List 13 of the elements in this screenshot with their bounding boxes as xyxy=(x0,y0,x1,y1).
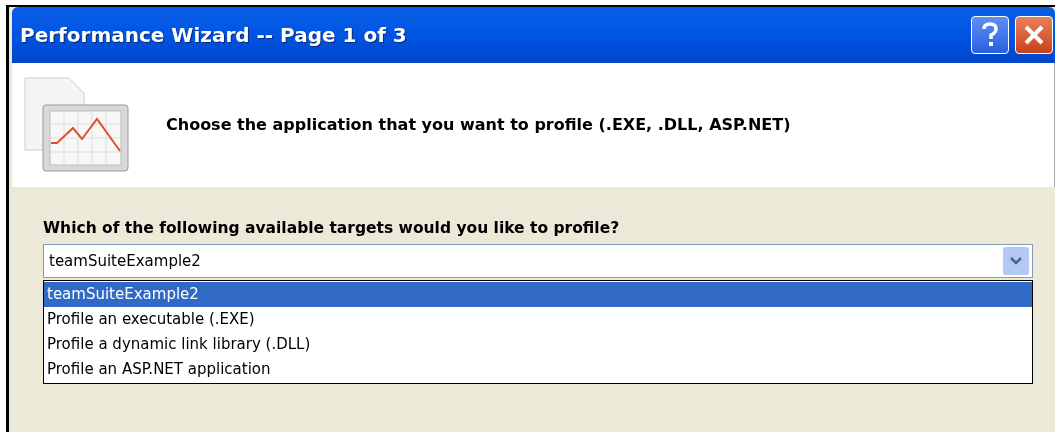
close-icon xyxy=(1023,24,1045,46)
help-icon xyxy=(981,22,999,48)
dropdown-button[interactable] xyxy=(1003,247,1029,276)
question-label: Which of the following available targets would you like to profile? xyxy=(43,218,621,239)
chart-document-icon xyxy=(24,77,130,173)
dropdown-value: teamSuiteExample2 xyxy=(49,251,202,272)
window-title: Performance Wizard -- Page 1 of 3 xyxy=(20,22,408,49)
close-button[interactable] xyxy=(1015,16,1053,54)
target-dropdown[interactable]: teamSuiteExample2 xyxy=(43,244,1033,279)
help-button[interactable] xyxy=(971,16,1009,54)
chevron-down-icon xyxy=(1010,257,1022,266)
header-text: Choose the application that you want to profile (.EXE, .DLL, ASP.NET) xyxy=(166,114,791,136)
dropdown-option[interactable]: teamSuiteExample2 xyxy=(44,282,1032,308)
